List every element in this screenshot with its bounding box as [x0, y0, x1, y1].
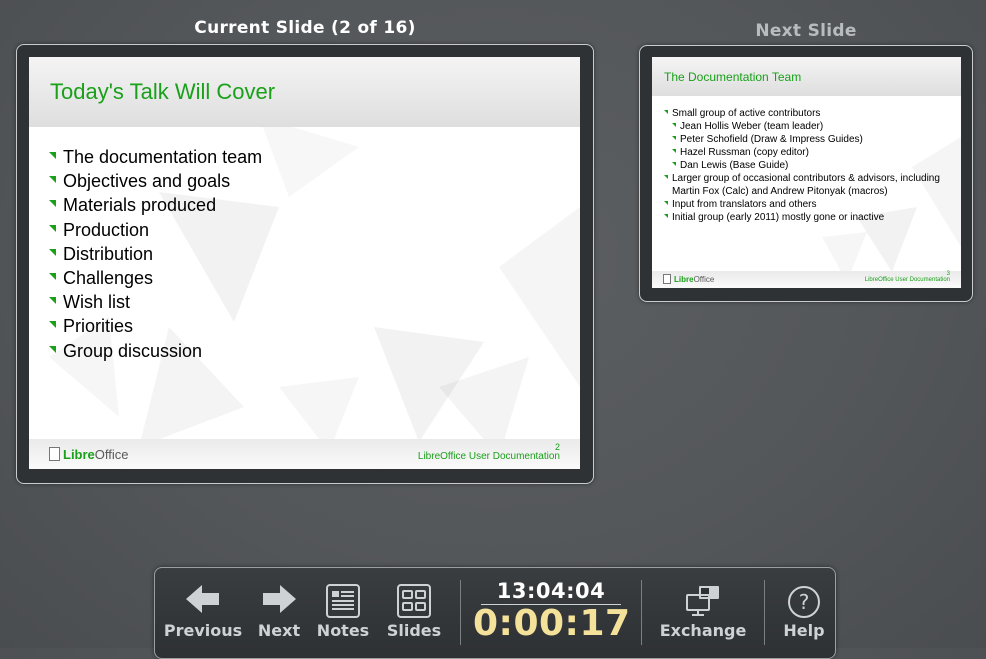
- presenter-toolbar: Previous Next Notes Slides 13:04:04 0:00…: [154, 567, 836, 659]
- libreoffice-logo: LibreOffice: [49, 447, 129, 462]
- slides-grid-icon: [397, 584, 431, 618]
- slide-bullet-list: The documentation team Objectives and go…: [49, 146, 262, 364]
- slide-title-bar: Today's Talk Will Cover: [29, 57, 580, 127]
- svg-text:?: ?: [799, 590, 810, 614]
- slide-footer: LibreOffice 3 LibreOffice User Documenta…: [652, 271, 961, 288]
- slide-footer-text: LibreOffice User Documentation: [417, 451, 560, 462]
- list-item: Hazel Russman (copy editor): [672, 146, 954, 159]
- list-item: Dan Lewis (Base Guide): [672, 159, 954, 172]
- logo-brand: Libre: [63, 447, 95, 462]
- slide-footer-text: LibreOffice User Documentation: [864, 277, 950, 283]
- slide-footer: LibreOffice 2 LibreOffice User Documenta…: [29, 439, 580, 469]
- current-slide-label: Current Slide (2 of 16): [194, 18, 416, 38]
- next-slide-preview[interactable]: The Documentation Team Small group of ac…: [652, 57, 961, 288]
- document-icon: [663, 274, 671, 284]
- elapsed-timer[interactable]: 0:00:17: [473, 603, 630, 644]
- help-icon: ?: [788, 586, 820, 618]
- slides-button[interactable]: Slides: [381, 568, 447, 649]
- document-icon: [49, 447, 60, 461]
- list-item: Objectives and goals: [49, 170, 262, 194]
- current-slide-frame[interactable]: Today's Talk Will Cover The documentatio…: [16, 44, 594, 484]
- current-time-display: 13:04:04: [496, 579, 606, 603]
- toolbar-divider: [764, 580, 765, 645]
- list-item: Production: [49, 219, 262, 243]
- next-label: Next: [257, 621, 301, 640]
- notes-button[interactable]: Notes: [313, 568, 373, 649]
- next-slide-frame[interactable]: The Documentation Team Small group of ac…: [639, 45, 973, 302]
- notes-icon: [326, 584, 360, 618]
- list-item: Jean Hollis Weber (team leader): [672, 120, 954, 133]
- list-item: Input from translators and others: [664, 198, 954, 211]
- previous-label: Previous: [163, 621, 243, 640]
- list-item: The documentation team: [49, 146, 262, 170]
- arrow-left-icon: [186, 585, 219, 613]
- slide-title: Today's Talk Will Cover: [50, 79, 276, 104]
- list-item: Challenges: [49, 267, 262, 291]
- list-item: Priorities: [49, 315, 262, 339]
- slide-bullet-list: Small group of active contributors Jean …: [664, 107, 954, 224]
- help-label: Help: [783, 621, 825, 640]
- list-item: Larger group of occasional contributors …: [664, 172, 954, 198]
- slide-title-bar: The Documentation Team: [652, 57, 961, 96]
- slide-title: The Documentation Team: [664, 70, 802, 84]
- list-item: Wish list: [49, 291, 262, 315]
- toolbar-divider: [641, 580, 642, 645]
- exchange-screens-icon: [686, 586, 719, 616]
- logo-brand: Libre: [674, 275, 694, 284]
- next-button[interactable]: Next: [247, 568, 311, 649]
- logo-rest: Office: [693, 275, 715, 284]
- current-slide-preview[interactable]: Today's Talk Will Cover The documentatio…: [29, 57, 580, 469]
- slides-label: Slides: [386, 621, 442, 640]
- exchange-button[interactable]: Exchange: [653, 568, 753, 649]
- list-item: Distribution: [49, 243, 262, 267]
- logo-rest: Office: [94, 447, 129, 462]
- list-item: Small group of active contributors: [664, 107, 954, 120]
- previous-button[interactable]: Previous: [163, 568, 243, 649]
- list-item: Group discussion: [49, 340, 262, 364]
- notes-label: Notes: [316, 621, 370, 640]
- exchange-label: Exchange: [659, 621, 747, 640]
- toolbar-divider: [460, 580, 461, 645]
- next-slide-label: Next Slide: [755, 21, 857, 41]
- libreoffice-logo: LibreOffice: [663, 274, 714, 284]
- list-item: Peter Schofield (Draw & Impress Guides): [672, 133, 954, 146]
- list-item: Initial group (early 2011) mostly gone o…: [664, 211, 954, 224]
- arrow-right-icon: [263, 585, 296, 613]
- help-button[interactable]: ? Help: [773, 568, 835, 649]
- list-item: Materials produced: [49, 194, 262, 218]
